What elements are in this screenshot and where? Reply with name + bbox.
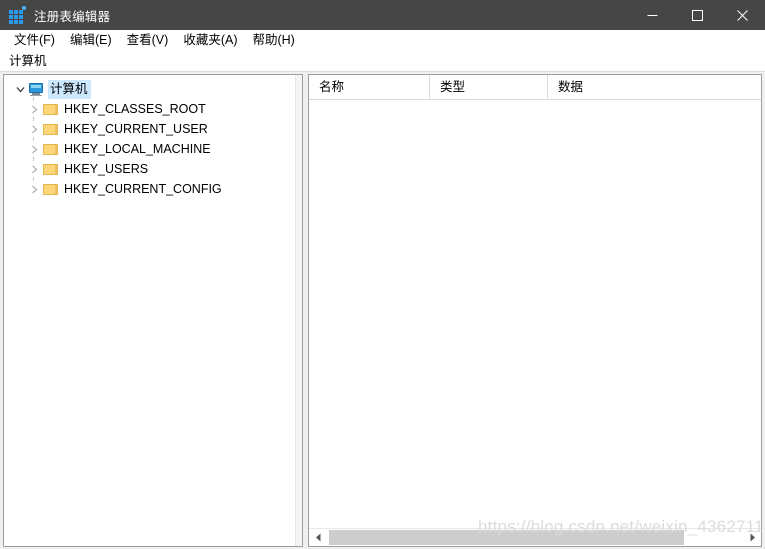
- folder-icon: [42, 121, 58, 137]
- close-button[interactable]: [720, 0, 765, 30]
- tree-item-hkey-users-label: HKEY_USERS: [64, 161, 149, 176]
- column-header-name[interactable]: 名称: [309, 75, 430, 100]
- tree-item-hkey-local-machine-label: HKEY_LOCAL_MACHINE: [64, 141, 211, 156]
- tree-item-hkey-current-user[interactable]: HKEY_CURRENT_USER: [4, 117, 295, 139]
- title-bar[interactable]: 注册表编辑器: [0, 0, 765, 30]
- chevron-down-icon[interactable]: [12, 79, 28, 99]
- menu-view[interactable]: 查看(V): [120, 30, 177, 50]
- folder-icon: [42, 161, 58, 177]
- tree-item-hkey-classes-root-label: HKEY_CLASSES_ROOT: [64, 101, 206, 116]
- chevron-right-icon[interactable]: [26, 139, 42, 159]
- address-path: 计算机: [9, 53, 47, 68]
- tree-item-computer[interactable]: 计算机: [4, 79, 295, 99]
- tree-item-hkey-classes-root[interactable]: HKEY_CLASSES_ROOT: [4, 97, 295, 119]
- window-title: 注册表编辑器: [34, 9, 111, 24]
- tree-item-hkey-current-user-label: HKEY_CURRENT_USER: [64, 121, 208, 136]
- registry-tree-pane[interactable]: 计算机 HKEY_CLASSES_ROOT HKEY_CURRENT_USER …: [3, 74, 303, 547]
- folder-icon: [42, 101, 58, 117]
- scrollbar-thumb[interactable]: [329, 530, 684, 545]
- chevron-right-icon[interactable]: [26, 159, 42, 179]
- registry-values-pane[interactable]: 名称 类型 数据: [308, 74, 762, 547]
- tree-item-hkey-current-config[interactable]: HKEY_CURRENT_CONFIG: [4, 177, 295, 199]
- folder-icon: [42, 181, 58, 197]
- registry-grid-icon: [9, 6, 26, 24]
- computer-monitor-icon: [28, 81, 44, 97]
- menu-file[interactable]: 文件(F): [7, 30, 63, 50]
- tree-item-hkey-current-config-label: HKEY_CURRENT_CONFIG: [64, 181, 222, 196]
- menu-help[interactable]: 帮助(H): [245, 30, 302, 50]
- chevron-right-icon[interactable]: [26, 179, 42, 199]
- tree-item-computer-label: 计算机: [48, 79, 91, 99]
- chevron-right-icon[interactable]: [26, 119, 42, 139]
- values-column-header: 名称 类型 数据: [309, 75, 761, 100]
- scroll-right-arrow-icon[interactable]: [743, 529, 761, 546]
- content-area: 计算机 HKEY_CLASSES_ROOT HKEY_CURRENT_USER …: [0, 73, 765, 549]
- menu-favorites[interactable]: 收藏夹(A): [176, 30, 245, 50]
- column-header-type[interactable]: 类型: [430, 75, 548, 100]
- values-horizontal-scrollbar[interactable]: [309, 528, 761, 546]
- folder-icon: [42, 141, 58, 157]
- window-controls: [630, 0, 765, 30]
- tree-item-hkey-users[interactable]: HKEY_USERS: [4, 157, 295, 179]
- registry-tree: 计算机 HKEY_CLASSES_ROOT HKEY_CURRENT_USER …: [4, 79, 295, 199]
- scroll-left-arrow-icon[interactable]: [309, 529, 327, 546]
- address-bar[interactable]: 计算机: [0, 50, 765, 72]
- minimize-button[interactable]: [630, 0, 675, 30]
- scrollbar-track[interactable]: [327, 529, 743, 546]
- tree-vertical-scrollbar[interactable]: [295, 75, 302, 546]
- menu-bar: 文件(F) 编辑(E) 查看(V) 收藏夹(A) 帮助(H): [0, 30, 765, 50]
- tree-item-hkey-local-machine[interactable]: HKEY_LOCAL_MACHINE: [4, 137, 295, 159]
- maximize-button[interactable]: [675, 0, 720, 30]
- column-header-data[interactable]: 数据: [548, 75, 761, 100]
- menu-edit[interactable]: 编辑(E): [63, 30, 120, 50]
- chevron-right-icon[interactable]: [26, 99, 42, 119]
- values-list[interactable]: [309, 100, 761, 528]
- registry-editor-window: 注册表编辑器 文件(F) 编辑(E) 查看(V) 收藏夹(A) 帮助(H) 计算…: [0, 0, 765, 549]
